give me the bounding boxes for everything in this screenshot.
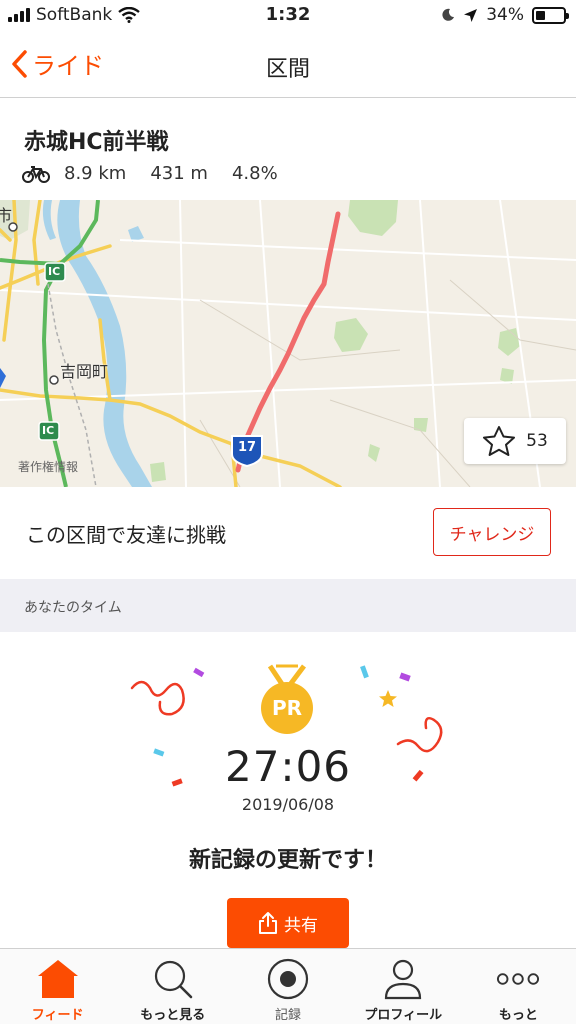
segment-title: 赤城HC前半戦 (24, 130, 169, 155)
share-button[interactable]: 共有 (227, 898, 349, 948)
tab-more[interactable]: もっと (461, 949, 576, 1024)
tab-feed[interactable]: フィード (0, 949, 115, 1024)
challenge-text: この区間で友達に挑戦 (26, 523, 226, 547)
map-ic-label-1: IC (48, 265, 61, 278)
record-icon (267, 958, 309, 1000)
map-ic-label-2: IC (42, 424, 55, 437)
search-icon (154, 960, 193, 999)
segment-elevation: 431 m (150, 163, 208, 184)
tab-label: もっと (498, 1008, 538, 1023)
status-bar: SoftBank 1:32 34% (0, 0, 576, 34)
section-header: あなたのタイム (0, 579, 576, 632)
pr-message: 新記録の更新です！ (188, 848, 387, 873)
segment-grade: 4.8% (231, 163, 278, 184)
star-segment-button[interactable]: 53 (464, 418, 566, 464)
star-count: 53 (526, 431, 548, 451)
more-icon (497, 973, 540, 985)
segment-map[interactable]: IC IC 吉岡町 市 17 著作権情報 53 (0, 200, 576, 487)
location-icon (464, 8, 478, 22)
tab-label: フィード (31, 1008, 84, 1023)
tab-explore[interactable]: もっと見る (115, 949, 230, 1024)
map-attribution[interactable]: 著作権情報 (18, 458, 78, 475)
tab-label: もっと見る (140, 1008, 206, 1023)
tab-record[interactable]: 記録 (230, 949, 345, 1024)
pr-date: 2019/06/08 (241, 795, 335, 814)
tab-label: 記録 (275, 1008, 302, 1023)
tab-profile[interactable]: プロフィール (346, 949, 461, 1024)
pr-time: 27:06 (224, 742, 352, 791)
share-label: 共有 (284, 915, 318, 936)
map-edge-label: 市 (0, 206, 13, 225)
battery-icon (532, 6, 569, 24)
star-icon (483, 426, 516, 456)
challenge-button[interactable]: チャレンジ (433, 508, 551, 556)
pr-badge-label: PR (271, 696, 303, 720)
moon-icon (442, 8, 455, 21)
route-number-label: 17 (238, 440, 257, 455)
profile-icon (385, 959, 422, 1000)
map-town-label: 吉岡町 (60, 362, 109, 381)
battery-percent: 34% (486, 5, 524, 25)
bicycle-icon (22, 165, 50, 183)
tab-label: プロフィール (364, 1008, 443, 1023)
section-header-label: あなたのタイム (24, 600, 122, 616)
segment-stats: 8.9 km 431 m 4.8% (22, 163, 302, 184)
home-icon (37, 960, 78, 998)
page-title: 区間 (265, 57, 310, 82)
segment-distance: 8.9 km (64, 163, 127, 184)
share-icon (259, 912, 277, 934)
nav-bar: ライド 区間 (0, 34, 576, 98)
tab-bar: フィード もっと見る 記録 プロフィール もっと (0, 948, 576, 1024)
